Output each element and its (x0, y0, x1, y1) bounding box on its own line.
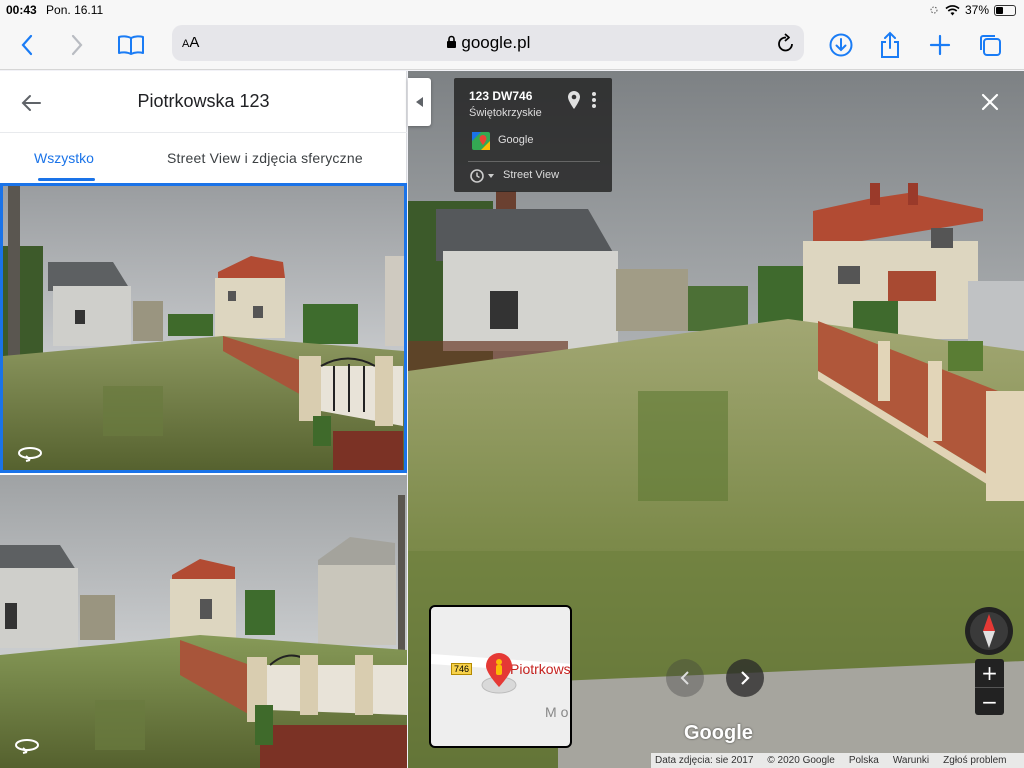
photos-panel: Piotrkowska 123 Wszystko Street View i z… (0, 71, 407, 768)
share-icon[interactable] (875, 30, 905, 60)
forward-arrow-icon[interactable] (62, 30, 92, 60)
street-view-label: Street View (503, 169, 560, 181)
google-watermark: Google (684, 722, 753, 744)
zoom-out-button[interactable]: − (975, 688, 1004, 716)
download-icon[interactable] (826, 30, 856, 60)
panorama-icon (15, 739, 39, 754)
more-vert-icon[interactable] (591, 91, 597, 114)
location-region: Świętokrzyskie (469, 107, 542, 119)
address-bar[interactable]: AA google.pl (172, 25, 804, 61)
tab-indicator (38, 178, 95, 181)
photo-thumbnail[interactable] (0, 475, 407, 768)
url-field[interactable]: google.pl (172, 33, 804, 53)
pin-icon[interactable] (567, 90, 581, 115)
location-info-card: 123 DW746 Świętokrzyskie Google Street V… (454, 78, 612, 192)
divider (468, 161, 600, 162)
chevron-right-icon (741, 671, 750, 685)
collapse-panel-button[interactable] (408, 78, 431, 126)
photo-thumbnail-selected[interactable] (0, 183, 407, 473)
reload-icon[interactable] (776, 32, 796, 59)
battery-percent: 37% (964, 3, 989, 17)
zoom-controls: + − (975, 659, 1004, 715)
photo-tabs: Wszystko Street View i zdjęcia sferyczne (0, 134, 407, 182)
country-link[interactable]: Polska (849, 755, 879, 766)
chevron-left-icon (415, 97, 423, 107)
battery-icon (994, 4, 1016, 16)
google-maps-logo-icon (472, 132, 490, 150)
map-footer: Data zdjęcia: sie 2017 © 2020 Google Pol… (651, 753, 1024, 768)
tab-all[interactable]: Wszystko (34, 150, 94, 166)
compass-icon[interactable] (965, 607, 1013, 655)
close-icon[interactable] (978, 90, 1002, 114)
status-date: Pon. 16.11 (46, 3, 104, 17)
browser-toolbar: AA google.pl (0, 20, 1024, 70)
street-photo-2 (0, 475, 407, 768)
pegman-icon (481, 653, 517, 694)
capture-date: Data zdjęcia: sie 2017 (655, 755, 754, 766)
status-bar: 00:43 Pon. 16.11 37% (0, 0, 1024, 20)
minimap[interactable]: 746 Piotrkows Mo (429, 605, 572, 748)
history-icon[interactable] (469, 168, 497, 189)
panel-header: Piotrkowska 123 (0, 71, 407, 133)
minimap-place-label: Piotrkows (510, 661, 571, 677)
url-text: google.pl (461, 33, 531, 52)
terms-link[interactable]: Warunki (893, 755, 929, 766)
street-photo-1 (3, 186, 404, 470)
report-problem-link[interactable]: Zgłoś problem (943, 755, 1006, 766)
location-title: 123 DW746 (469, 89, 533, 103)
back-arrow-icon[interactable] (12, 30, 42, 60)
moon-icon (930, 6, 938, 14)
zoom-in-button[interactable]: + (975, 659, 1004, 687)
provider-label: Google (498, 134, 534, 146)
tab-street-view[interactable]: Street View i zdjęcia sferyczne (167, 150, 363, 166)
road-shield: 746 (451, 663, 472, 675)
copyright: © 2020 Google (767, 755, 835, 766)
next-photo-button[interactable] (726, 659, 764, 697)
lock-icon (446, 35, 456, 48)
chevron-left-icon (680, 671, 689, 685)
minimap-area-label: Mo (545, 704, 572, 720)
wifi-icon (945, 4, 960, 15)
status-time: 00:43 (6, 3, 37, 17)
previous-photo-button[interactable] (666, 659, 704, 697)
new-tab-icon[interactable] (925, 30, 955, 60)
bookmarks-icon[interactable] (116, 30, 146, 60)
panel-title: Piotrkowska 123 (137, 91, 270, 111)
panorama-icon (18, 447, 42, 462)
tabs-icon[interactable] (975, 30, 1005, 60)
